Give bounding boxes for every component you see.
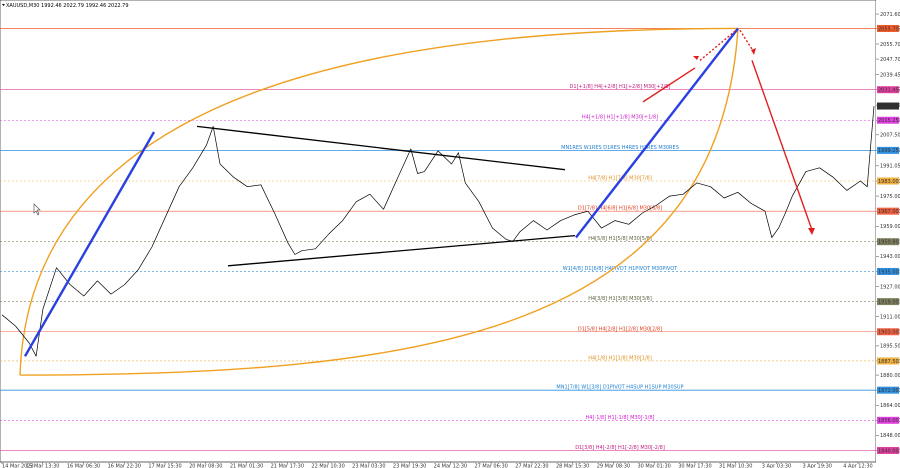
y-tick-label: 1895.50 bbox=[880, 344, 900, 350]
x-tick-label: 29 Mar 08:30 bbox=[597, 463, 630, 468]
x-tick-label: 17 Mar 15:30 bbox=[148, 463, 181, 468]
x-axis: 14 Mar 202315 Mar 13:30 16 Mar 06:30 16 Ma… bbox=[1, 462, 873, 468]
price-level-badge-text: 1872.00 bbox=[878, 388, 899, 394]
x-tick-label: 3 Apr 03:30 bbox=[762, 463, 791, 468]
x-tick-label: 22 Mar 10:30 bbox=[311, 463, 344, 468]
level-label-text: D1[7/8] H4[6/8] H1[6/8] M30[6/8] bbox=[578, 206, 662, 212]
x-tick-label: 3 Apr 19:30 bbox=[803, 463, 832, 468]
x-tick-label: 27 Mar 22:30 bbox=[515, 463, 548, 468]
y-tick-label: 2055.70 bbox=[880, 42, 900, 48]
x-tick-label: 23 Mar 19:30 bbox=[393, 463, 426, 468]
price-level-badge-text: 1999.25 bbox=[878, 148, 899, 154]
y-tick-label: 2007.50 bbox=[880, 133, 900, 139]
level-label-text: H4[3/8] H1[3/8] M30[3/8] bbox=[588, 296, 652, 302]
x-tick-label: 30 Mar 17:30 bbox=[678, 463, 711, 468]
price-level-badge-text: 2022.79 bbox=[878, 104, 899, 110]
x-tick-label: 23 Mar 03:30 bbox=[352, 463, 385, 468]
price-level-badge-text: 1950.80 bbox=[878, 239, 899, 245]
x-tick-label: 16 Mar 22:30 bbox=[108, 463, 141, 468]
y-tick-label: 2071.60 bbox=[880, 12, 900, 18]
y-tick-label: 1880.00 bbox=[880, 373, 900, 379]
x-tick-label: 20 Mar 08:30 bbox=[189, 463, 222, 468]
y-tick-label: 1991.05 bbox=[880, 164, 900, 170]
y-tick-label: 2039.45 bbox=[880, 72, 900, 78]
level-label-text: H4[-1/8] H1[-1/8] M30[-1/8] bbox=[586, 415, 655, 421]
x-tick-label: 27 Mar 06:30 bbox=[474, 463, 507, 468]
level-label-text: D1[+1/8] H4[+2/8] H1[+2/8] M30[+2/8] bbox=[570, 84, 671, 90]
x-tick-label: 21 Mar 17:30 bbox=[271, 463, 304, 468]
price-level-badge-text: 1856.00 bbox=[878, 418, 899, 424]
price-level-badge-text: 2031.45 bbox=[878, 88, 899, 94]
y-tick-label: 1848.00 bbox=[880, 433, 900, 439]
price-level-badge-text: 1919.00 bbox=[878, 299, 899, 305]
level-label-text: MN1[7/8] W1[3/8] D1PIVOT H4SUP H1SUP M30… bbox=[556, 385, 683, 391]
price-level-badge-text: 2055.70 bbox=[878, 26, 899, 32]
price-level-badge-text: 1935.00 bbox=[878, 269, 899, 275]
x-tick-label: 16 Mar 06:30 bbox=[67, 463, 100, 468]
y-tick-label: 1927.00 bbox=[880, 284, 900, 290]
price-level-badge-text: 1840.00 bbox=[878, 448, 899, 454]
level-label-text: H4[1/8] H1[1/8] M30[1/8] bbox=[588, 355, 652, 361]
y-tick-label: 1864.00 bbox=[880, 403, 900, 409]
y-tick-label: 1943.00 bbox=[880, 254, 900, 260]
x-tick-label: 24 Mar 12:30 bbox=[434, 463, 467, 468]
level-label-text: W1[4/8] D1[6/8] H4PIVOT H1PIVOT M30PIVOT bbox=[563, 266, 678, 272]
price-level-badge-text: 2015.25 bbox=[878, 118, 899, 124]
price-level-badge-text: 1983.00 bbox=[878, 179, 899, 185]
price-level-badge-text: 1903.00 bbox=[878, 330, 899, 336]
level-label-text: H4[+1/8] H1[+1/8] M30[+1/8] bbox=[582, 115, 658, 121]
y-tick-label: 1959.00 bbox=[880, 224, 900, 230]
price-chart[interactable]: XAUUSD,M30 1992.46 2022.79 1992.46 2022.… bbox=[0, 0, 900, 468]
x-tick-label: 31 Mar 10:30 bbox=[719, 463, 752, 468]
price-level-badge-text: 1967.00 bbox=[878, 209, 899, 215]
symbol-title: XAUUSD,M30 1992.46 2022.79 1992.46 2022.… bbox=[6, 3, 129, 9]
level-label-text: MN1RES W1RES D1RES H4RES H1RES M30RES bbox=[561, 145, 679, 151]
x-tick-label: 21 Mar 01:30 bbox=[230, 463, 263, 468]
level-label-text: D1[3/8] H4[-2/8] H1[-2/8] M30[-2/8] bbox=[575, 445, 665, 451]
x-tick-label: 4 Apr 12:30 bbox=[843, 463, 872, 468]
y-tick-label: 2047.70 bbox=[880, 57, 900, 63]
x-tick-label: 30 Mar 01:30 bbox=[637, 463, 670, 468]
plot-area bbox=[0, 0, 877, 463]
price-level-badge-text: 1887.50 bbox=[878, 359, 899, 365]
x-tick-label: 15 Mar 13:30 bbox=[26, 463, 59, 468]
level-label-text: D1[5/8] H4[2/8] H1[2/8] M30[2/8] bbox=[578, 326, 662, 332]
y-axis: 2071.602063.952055.702047.702039.452031.… bbox=[876, 0, 900, 468]
x-tick-label: 28 Mar 15:30 bbox=[556, 463, 589, 468]
y-axis-background bbox=[876, 0, 900, 468]
y-tick-label: 1911.00 bbox=[880, 314, 900, 320]
y-tick-label: 1975.00 bbox=[880, 194, 900, 200]
level-label-text: H4[5/8] H1[5/8] M30[5/8] bbox=[588, 236, 652, 242]
